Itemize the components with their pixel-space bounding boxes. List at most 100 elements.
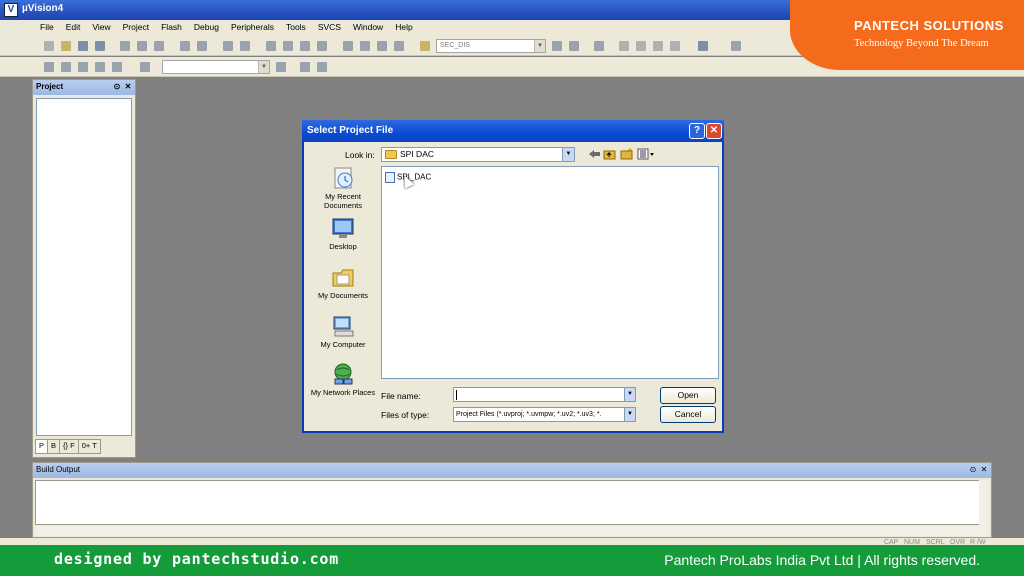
select-packs-icon[interactable] bbox=[315, 60, 329, 74]
window-title: µVision4 bbox=[22, 3, 64, 14]
incremental-find-icon[interactable] bbox=[567, 39, 581, 53]
comment-icon[interactable] bbox=[375, 39, 389, 53]
menu-view[interactable]: View bbox=[86, 20, 116, 34]
look-in-dropdown[interactable]: SPI DAC ▼ bbox=[381, 147, 575, 162]
nav-back-icon[interactable] bbox=[221, 39, 235, 53]
tab-functions[interactable]: {} F bbox=[59, 439, 79, 454]
find-in-files-icon[interactable] bbox=[418, 39, 432, 53]
place-desktop[interactable]: Desktop bbox=[308, 216, 378, 251]
build-icon[interactable] bbox=[59, 60, 73, 74]
place-network-places[interactable]: My Network Places bbox=[308, 362, 378, 397]
file-name-input[interactable]: ▼ bbox=[453, 387, 636, 402]
tab-templates[interactable]: 0+ T bbox=[77, 439, 101, 454]
menu-svcs[interactable]: SVCS bbox=[312, 20, 347, 34]
dialog-close-button[interactable]: ✕ bbox=[706, 123, 722, 139]
horizontal-scrollbar[interactable] bbox=[35, 526, 980, 536]
close-icon[interactable]: ✕ bbox=[123, 82, 133, 92]
chevron-down-icon: ▼ bbox=[562, 148, 574, 161]
new-folder-icon[interactable] bbox=[620, 148, 633, 160]
uvision-app-icon: V bbox=[4, 3, 18, 17]
batch-build-icon[interactable] bbox=[93, 60, 107, 74]
help-button[interactable]: ? bbox=[689, 123, 705, 139]
kill-breakpoints-icon[interactable] bbox=[668, 39, 682, 53]
menu-flash[interactable]: Flash bbox=[155, 20, 188, 34]
menu-debug[interactable]: Debug bbox=[188, 20, 225, 34]
clear-bookmarks-icon[interactable] bbox=[315, 39, 329, 53]
target-combo[interactable]: SEC_DIS ▼ bbox=[436, 39, 546, 53]
place-my-documents[interactable]: My Documents bbox=[308, 265, 378, 300]
cut-icon[interactable] bbox=[118, 39, 132, 53]
banner-left-text: designed by pantechstudio.com bbox=[54, 550, 340, 568]
menu-edit[interactable]: Edit bbox=[60, 20, 87, 34]
chevron-down-icon: ▼ bbox=[258, 61, 269, 73]
configure-icon[interactable] bbox=[729, 39, 743, 53]
download-icon[interactable] bbox=[138, 60, 152, 74]
menu-project[interactable]: Project bbox=[117, 20, 155, 34]
chevron-down-icon: ▼ bbox=[534, 40, 545, 52]
menu-window[interactable]: Window bbox=[347, 20, 389, 34]
prev-bookmark-icon[interactable] bbox=[281, 39, 295, 53]
disable-breakpoint-icon[interactable] bbox=[651, 39, 665, 53]
window-layout-icon[interactable] bbox=[696, 39, 718, 53]
up-folder-icon[interactable] bbox=[603, 148, 616, 160]
file-type-label: Files of type: bbox=[381, 410, 430, 420]
debug-start-icon[interactable] bbox=[617, 39, 631, 53]
file-name-label: File name: bbox=[381, 391, 421, 401]
build-output-panel: Build Output ⊙ ✕ bbox=[32, 462, 992, 538]
open-button[interactable]: Open bbox=[660, 387, 716, 404]
breakpoint-icon[interactable] bbox=[634, 39, 648, 53]
redo-icon[interactable] bbox=[195, 39, 209, 53]
place-my-computer[interactable]: My Computer bbox=[308, 314, 378, 349]
save-all-icon[interactable] bbox=[93, 39, 107, 53]
menu-tools[interactable]: Tools bbox=[280, 20, 312, 34]
vertical-scrollbar[interactable] bbox=[979, 480, 989, 537]
back-arrow-icon[interactable] bbox=[588, 148, 601, 160]
nav-forward-icon[interactable] bbox=[238, 39, 252, 53]
target-select-combo[interactable]: ▼ bbox=[162, 60, 270, 74]
zoom-icon[interactable] bbox=[592, 39, 606, 53]
uncomment-icon[interactable] bbox=[392, 39, 406, 53]
find-icon[interactable] bbox=[550, 39, 564, 53]
cancel-button[interactable]: Cancel bbox=[660, 406, 716, 423]
pin-icon[interactable]: ⊙ bbox=[968, 465, 978, 475]
logo-brand: PANTECH SOLUTIONS bbox=[854, 18, 1004, 33]
pin-icon[interactable]: ⊙ bbox=[112, 82, 122, 92]
menu-file[interactable]: File bbox=[34, 20, 60, 34]
uvproj-file-icon bbox=[385, 172, 395, 183]
file-list[interactable]: SPI_DAC bbox=[381, 166, 719, 379]
unindent-icon[interactable] bbox=[358, 39, 372, 53]
chevron-down-icon[interactable]: ▼ bbox=[624, 388, 635, 401]
project-panel-header: Project ⊙ ✕ bbox=[33, 80, 135, 95]
folder-icon bbox=[385, 150, 397, 159]
manage-components-icon[interactable] bbox=[298, 60, 312, 74]
dialog-title: Select Project File bbox=[307, 125, 394, 136]
my-computer-icon bbox=[331, 314, 355, 338]
save-icon[interactable] bbox=[76, 39, 90, 53]
close-icon[interactable]: ✕ bbox=[979, 465, 989, 475]
stop-build-icon[interactable] bbox=[110, 60, 124, 74]
file-type-select[interactable]: Project Files (*.uvproj; *.uvmpw; *.uv2;… bbox=[453, 407, 636, 422]
paste-icon[interactable] bbox=[152, 39, 166, 53]
new-file-icon[interactable] bbox=[42, 39, 56, 53]
place-recent-documents[interactable]: My Recent Documents bbox=[308, 166, 378, 210]
indent-icon[interactable] bbox=[341, 39, 355, 53]
translate-icon[interactable] bbox=[42, 60, 56, 74]
text-caret bbox=[456, 389, 457, 400]
next-bookmark-icon[interactable] bbox=[298, 39, 312, 53]
menu-peripherals[interactable]: Peripherals bbox=[225, 20, 280, 34]
bookmark-icon[interactable] bbox=[264, 39, 278, 53]
build-output-text[interactable] bbox=[35, 480, 980, 525]
build-output-title: Build Output bbox=[36, 465, 81, 474]
target-options-icon[interactable] bbox=[274, 60, 288, 74]
copy-icon[interactable] bbox=[135, 39, 149, 53]
rebuild-icon[interactable] bbox=[76, 60, 90, 74]
project-tree[interactable] bbox=[36, 98, 132, 436]
undo-icon[interactable] bbox=[178, 39, 192, 53]
places-bar: My Recent Documents Desktop My Documents… bbox=[308, 166, 378, 411]
desktop-icon bbox=[331, 216, 355, 240]
menu-help[interactable]: Help bbox=[389, 20, 418, 34]
project-panel: Project ⊙ ✕ P B{} F 0+ T bbox=[32, 79, 136, 458]
open-file-icon[interactable] bbox=[59, 39, 73, 53]
chevron-down-icon: ▼ bbox=[624, 408, 635, 421]
view-menu-icon[interactable] bbox=[637, 148, 655, 160]
